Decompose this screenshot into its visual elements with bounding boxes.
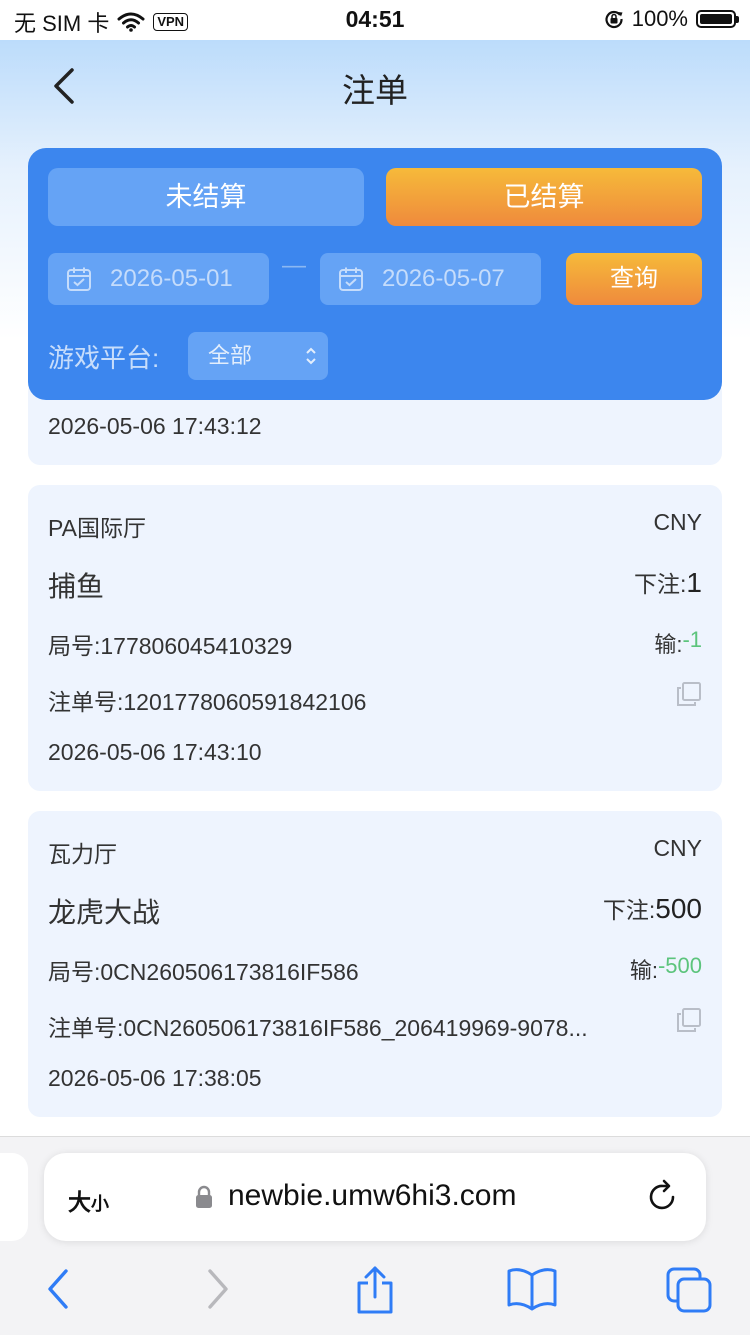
result-group: 输: -1: [654, 627, 702, 659]
calendar-icon: [67, 267, 91, 291]
battery-percent: 100%: [631, 6, 688, 31]
bet-time: 2026-05-06 17:43:12: [48, 413, 262, 439]
text-size-button[interactable]: 大小: [68, 1183, 109, 1217]
result-group: 输: -500: [630, 953, 702, 985]
query-button[interactable]: 查询: [566, 253, 702, 305]
text-size-big: 大: [68, 1189, 91, 1215]
end-date-value: 2026-05-07: [382, 265, 505, 292]
bookmarks-icon[interactable]: [506, 1265, 558, 1313]
start-date-value: 2026-05-01: [110, 265, 233, 292]
bet-amount-group: 下注: 1: [634, 565, 702, 599]
share-icon[interactable]: [354, 1265, 396, 1315]
order-label: 注单号:: [48, 1015, 124, 1041]
reload-icon[interactable]: [646, 1177, 680, 1215]
copy-icon[interactable]: [676, 681, 702, 707]
bet-label: 下注:: [602, 897, 656, 923]
result-amount: -1: [682, 627, 702, 652]
round-number: 177806045410329: [100, 633, 293, 659]
end-date-field[interactable]: 2026-05-07: [320, 253, 541, 305]
currency: CNY: [653, 509, 702, 535]
round-number: 0CN260506173816IF586: [100, 959, 359, 985]
text-size-small: 小: [91, 1194, 109, 1214]
previous-tab-preview[interactable]: [0, 1153, 28, 1241]
result-label: 输:: [654, 632, 683, 657]
result-label: 输:: [629, 958, 658, 983]
rotation-lock-icon: [605, 10, 623, 29]
battery-icon: [696, 10, 739, 28]
order-number: 1201778060591842106: [123, 689, 367, 715]
bet-time: 2026-05-06 17:43:10: [48, 739, 262, 765]
date-separator: —: [282, 252, 306, 279]
platform-select[interactable]: 全部: [188, 332, 328, 380]
order-number: 0CN260506173816IF586_206419969-9078...: [123, 1015, 588, 1041]
status-right: 100%: [604, 6, 739, 32]
currency: CNY: [653, 835, 702, 861]
bet-card: 瓦力厅 CNY 龙虎大战 下注: 500 局号:0CN260506173816I…: [28, 811, 722, 1117]
browser-toolbar: 大小 newbie.umw6hi3.com: [0, 1136, 750, 1335]
order-number-text: 注单号:0CN260506173816IF586_206419969-9078.…: [48, 1009, 653, 1043]
status-bar: 无 SIM 卡 VPN 04:51 100%: [0, 0, 750, 40]
order-label: 注单号:: [48, 689, 124, 715]
bet-amount: 1: [686, 567, 702, 598]
copy-icon[interactable]: [676, 1007, 702, 1033]
address-bar[interactable]: 大小 newbie.umw6hi3.com: [44, 1153, 706, 1241]
round-label: 局号:: [48, 633, 101, 659]
result-amount: -500: [657, 953, 702, 978]
platform-value: 全部: [208, 343, 253, 368]
page-title: 注单: [342, 72, 408, 109]
platform-label: 游戏平台:: [48, 343, 160, 373]
tab-settled[interactable]: 已结算: [386, 168, 702, 226]
round-label: 局号:: [48, 959, 101, 985]
bet-time: 2026-05-06 17:38:05: [48, 1065, 262, 1091]
lock-icon: [196, 1185, 212, 1208]
url-text: newbie.umw6hi3.com: [228, 1179, 517, 1212]
tab-unsettled[interactable]: 未结算: [48, 168, 364, 226]
start-date-field[interactable]: 2026-05-01: [48, 253, 269, 305]
bet-amount-group: 下注: 500: [603, 891, 702, 925]
hall-name: 瓦力厅: [48, 841, 117, 867]
select-arrows-icon: [306, 347, 316, 365]
bet-label: 下注:: [634, 571, 687, 597]
browser-forward-icon[interactable]: [200, 1265, 236, 1313]
bet-card: PA国际厅 CNY 捕鱼 下注: 1 局号:177806045410329 输:…: [28, 485, 722, 791]
order-number-text: 注单号:1201778060591842106: [48, 683, 653, 717]
calendar-icon: [339, 267, 363, 291]
bet-amount: 500: [655, 893, 702, 924]
game-name: 捕鱼: [48, 571, 105, 602]
browser-back-icon[interactable]: [40, 1265, 76, 1313]
game-name: 龙虎大战: [48, 897, 161, 928]
filter-panel: 未结算 已结算 2026-05-01 — 2026-05-07 查询 游戏平台:…: [28, 148, 722, 400]
hall-name: PA国际厅: [48, 515, 146, 541]
tabs-icon[interactable]: [664, 1265, 716, 1315]
